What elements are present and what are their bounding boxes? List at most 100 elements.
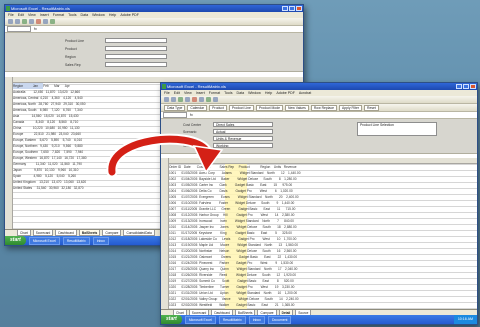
note-box: Product Line Selection (357, 122, 437, 136)
clock: 10:16 AM (453, 315, 477, 324)
back-toolbar (5, 18, 303, 26)
menu-item[interactable]: Edit (18, 12, 24, 18)
row-headers (161, 158, 169, 309)
toolbar-dropdown[interactable]: Product Line (228, 104, 254, 111)
toolbar-dropdown[interactable]: Row Replace (310, 104, 338, 111)
menu-item[interactable]: View (184, 90, 192, 96)
field-label: Product (65, 47, 77, 51)
taskbar-item[interactable]: Document (267, 315, 292, 324)
menu-item[interactable]: File (8, 12, 14, 18)
front-dimension-toolbar: Data Type Calendar Product Product Line Prod… (161, 104, 477, 112)
print-icon[interactable] (185, 97, 190, 102)
front-formula-bar: fx (161, 112, 477, 119)
front-spreadsheet-grid[interactable]: Order ID Date Customer Sales Rep Product… (161, 158, 477, 309)
menu-item[interactable]: Format (53, 12, 64, 18)
taskbar-item[interactable]: ResultMatrix (62, 236, 90, 245)
menu-item[interactable]: Acrobat (299, 90, 311, 96)
menu-item[interactable]: View (28, 12, 36, 18)
excel-app-icon (6, 6, 10, 11)
toolbar-dropdown[interactable]: New Values (285, 104, 309, 111)
name-box[interactable] (163, 112, 187, 118)
chart-icon[interactable] (206, 97, 211, 102)
sort-icon[interactable] (43, 19, 48, 24)
menu-item[interactable]: Insert (40, 12, 49, 18)
front-filter-panel: Cost Center Direct Sales Scenario Actual… (161, 119, 477, 154)
fx-icon: fx (190, 113, 193, 117)
sort-icon[interactable] (199, 97, 204, 102)
filter-field[interactable]: Direct Sales (213, 122, 273, 127)
new-icon[interactable] (8, 19, 13, 24)
taskbar-item[interactable]: Microsoft Excel (184, 315, 216, 324)
toolbar-dropdown[interactable]: Calendar (187, 104, 208, 111)
filter-field[interactable] (105, 62, 167, 67)
front-title-bar[interactable]: Microsoft Excel - ResultMatrix.xls (161, 83, 477, 90)
toolbar-dropdown[interactable]: Reset (364, 104, 379, 111)
field-label: Region (65, 55, 76, 59)
row-headers (5, 77, 13, 229)
field-label: Product Line (65, 39, 85, 43)
close-icon[interactable] (470, 84, 476, 89)
back-title-bar[interactable]: Microsoft Excel - ResultMatrix.xls (5, 5, 303, 12)
taskbar-item[interactable]: Inbox (92, 236, 109, 245)
close-icon[interactable] (296, 6, 302, 11)
toolbar-dropdown[interactable]: Product (209, 104, 227, 111)
menu-item[interactable]: Help (265, 90, 272, 96)
front-toolbar (161, 96, 477, 104)
taskbar-item[interactable]: Inbox (248, 315, 265, 324)
menu-item[interactable]: Window (248, 90, 261, 96)
field-label: Measures (183, 137, 198, 141)
back-formula-bar: fx (5, 26, 303, 33)
menu-item[interactable]: Help (109, 12, 116, 18)
front-excel-window[interactable]: Microsoft Excel - ResultMatrix.xls File E… (160, 82, 478, 325)
save-icon[interactable] (178, 97, 183, 102)
menu-item[interactable]: File (164, 90, 170, 96)
field-label: Cost Center (183, 123, 202, 127)
menu-item[interactable]: Tools (224, 90, 232, 96)
field-label: Sales Rep (65, 63, 81, 67)
excel-app-icon (162, 84, 166, 89)
toolbar-dropdown[interactable]: Data Type (164, 104, 186, 111)
menu-item[interactable]: Insert (196, 90, 205, 96)
field-label: Scenario (183, 130, 197, 134)
front-cell-values: Order ID Date Customer Sales Rep Product… (169, 165, 301, 307)
undo-icon[interactable] (192, 97, 197, 102)
filter-field[interactable] (105, 46, 167, 51)
menu-item[interactable]: Window (92, 12, 105, 18)
open-icon[interactable] (171, 97, 176, 102)
filter-field[interactable]: Working (213, 143, 273, 148)
filter-field[interactable] (105, 54, 167, 59)
menu-item[interactable]: Edit (174, 90, 180, 96)
save-icon[interactable] (22, 19, 27, 24)
taskbar-item[interactable]: Microsoft Excel (28, 236, 60, 245)
front-taskbar: start Microsoft Excel ResultMatrix Inbox… (161, 315, 477, 324)
new-icon[interactable] (164, 97, 169, 102)
filter-field[interactable]: Actual (213, 129, 273, 134)
filter-field[interactable] (105, 38, 167, 43)
toolbar-dropdown[interactable]: Product Mode (255, 104, 284, 111)
front-window-title: Microsoft Excel - ResultMatrix.xls (167, 84, 226, 89)
menu-item[interactable]: Adobe PDF (120, 12, 139, 18)
name-box[interactable] (7, 26, 31, 32)
menu-item[interactable]: Format (209, 90, 220, 96)
toolbar-dropdown[interactable]: Apply Filter (339, 104, 362, 111)
back-filter-panel: Product Line Product Region Sales Rep (5, 33, 303, 72)
undo-icon[interactable] (36, 19, 41, 24)
maximize-icon[interactable] (289, 6, 295, 11)
back-window-title: Microsoft Excel - ResultMatrix.xls (11, 6, 70, 11)
minimize-icon[interactable] (282, 6, 288, 11)
start-button[interactable]: start (5, 236, 26, 245)
taskbar-item[interactable]: ResultMatrix (218, 315, 246, 324)
filter-field[interactable]: Units & Revenue (213, 136, 273, 141)
print-icon[interactable] (29, 19, 34, 24)
open-icon[interactable] (15, 19, 20, 24)
start-button[interactable]: start (161, 315, 182, 324)
menu-item[interactable]: Adobe PDF (276, 90, 295, 96)
menu-item[interactable]: Data (81, 12, 89, 18)
fx-icon: fx (34, 27, 37, 31)
maximize-icon[interactable] (463, 84, 469, 89)
menu-item[interactable]: Tools (68, 12, 76, 18)
menu-item[interactable]: Data (237, 90, 245, 96)
chart-icon[interactable] (50, 19, 55, 24)
minimize-icon[interactable] (456, 84, 462, 89)
zoom-icon[interactable] (213, 97, 218, 102)
